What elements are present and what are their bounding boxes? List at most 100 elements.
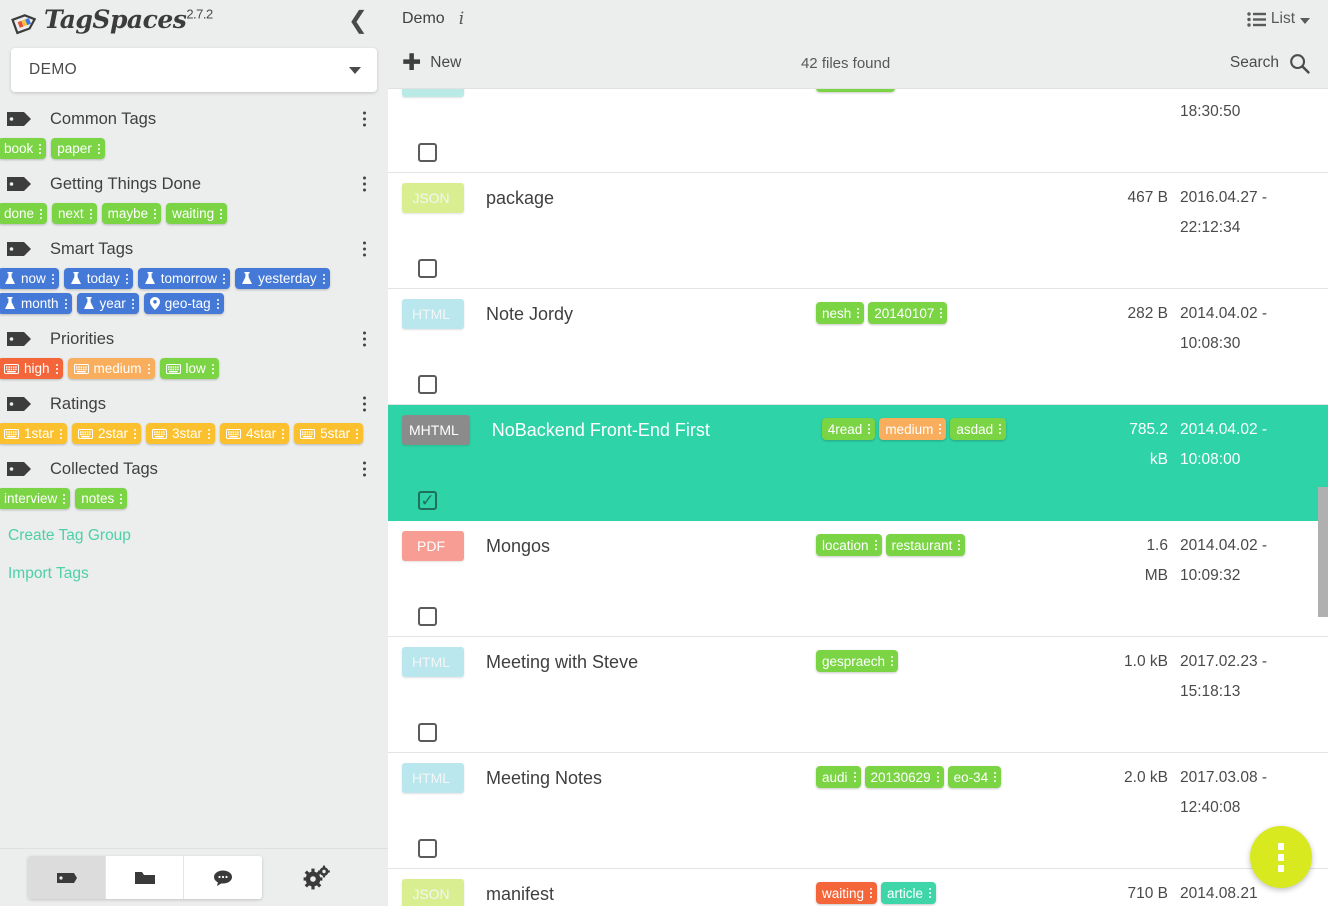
tag-menu-icon[interactable] <box>39 144 41 154</box>
table-row[interactable]: HTMLMeeting Notesaudi20130629eo-342.0 kB… <box>388 753 1328 869</box>
file-select-checkbox[interactable] <box>418 723 437 742</box>
tag-menu-icon[interactable] <box>154 209 156 219</box>
tag-menu-icon[interactable] <box>999 424 1001 434</box>
file-type-badge[interactable]: PDF <box>402 531 464 561</box>
file-tag-chip[interactable]: restaurant <box>886 534 966 556</box>
tag-group-header[interactable]: Ratings <box>0 387 388 421</box>
table-row[interactable]: JSONmanifestwaitingarticle710 B2014.08.2… <box>388 869 1328 906</box>
table-row[interactable]: HTMLMeeting with Stevegespraech1.0 kB201… <box>388 637 1328 753</box>
table-row[interactable]: MHTMLNoBackend Front-End First4readmediu… <box>388 405 1328 521</box>
tag-menu-icon[interactable] <box>958 540 960 550</box>
tag-chip[interactable]: 4star <box>220 423 289 444</box>
tag-chip[interactable]: medium <box>68 358 155 379</box>
tag-menu-icon[interactable] <box>870 888 872 898</box>
tag-menu-icon[interactable] <box>220 209 222 219</box>
file-tag-chip[interactable]: asdad <box>950 418 1006 440</box>
tag-menu-icon[interactable] <box>891 656 893 666</box>
tag-menu-icon[interactable] <box>126 274 128 284</box>
tag-menu-icon[interactable] <box>120 494 122 504</box>
tag-menu-icon[interactable] <box>63 494 65 504</box>
more-vertical-icon[interactable] <box>363 242 366 257</box>
tag-menu-icon[interactable] <box>208 429 210 439</box>
tag-menu-icon[interactable] <box>40 209 42 219</box>
floating-action-button[interactable] <box>1250 826 1312 888</box>
file-type-badge[interactable]: HTML <box>402 299 464 329</box>
table-row[interactable]: HTMLNote Jordynesh20140107282 B2014.04.0… <box>388 289 1328 405</box>
tag-menu-icon[interactable] <box>854 772 856 782</box>
tag-chip[interactable]: low <box>160 358 219 379</box>
file-tag-chip[interactable]: eo-34 <box>948 766 1002 788</box>
tag-chip[interactable]: paper <box>51 138 105 159</box>
file-select-checkbox[interactable] <box>418 375 437 394</box>
file-type-badge[interactable]: JSON <box>402 879 464 906</box>
location-select[interactable]: DEMO <box>11 48 377 92</box>
tag-chip[interactable]: interview <box>0 488 70 509</box>
tag-group-header[interactable]: Common Tags <box>0 102 388 136</box>
tag-menu-icon[interactable] <box>65 299 67 309</box>
file-select-checkbox[interactable] <box>418 607 437 626</box>
tag-chip[interactable]: 3star <box>146 423 215 444</box>
tag-group-header[interactable]: Getting Things Done <box>0 167 388 201</box>
tag-chip[interactable]: geo-tag <box>144 293 224 314</box>
tag-chip[interactable]: tomorrow <box>138 268 230 289</box>
tag-chip[interactable]: 2star <box>72 423 141 444</box>
tag-menu-icon[interactable] <box>937 772 939 782</box>
tag-chip[interactable]: year <box>77 293 139 314</box>
tag-chip[interactable]: month <box>0 293 72 314</box>
file-tag-chip[interactable]: audi <box>816 766 861 788</box>
file-tag-chip[interactable]: 20140107 <box>868 302 947 324</box>
tag-chip[interactable]: 1star <box>0 423 67 444</box>
list-scrollbar[interactable] <box>1318 187 1328 906</box>
tag-menu-icon[interactable] <box>132 299 134 309</box>
table-row[interactable]: MDREADME201403283.9 kB2015.11.03 -18:30:… <box>388 89 1328 173</box>
tag-chip[interactable]: 5star <box>294 423 363 444</box>
tag-menu-icon[interactable] <box>60 429 62 439</box>
tag-menu-icon[interactable] <box>223 274 225 284</box>
tag-menu-icon[interactable] <box>56 364 58 374</box>
more-vertical-icon[interactable] <box>363 397 366 412</box>
file-select-checkbox[interactable]: ✓ <box>418 491 437 510</box>
file-tag-chip[interactable]: 20140328 <box>816 89 895 92</box>
tag-menu-icon[interactable] <box>994 772 996 782</box>
tag-menu-icon[interactable] <box>875 540 877 550</box>
tag-menu-icon[interactable] <box>323 274 325 284</box>
file-tag-chip[interactable]: 20130629 <box>865 766 944 788</box>
tag-menu-icon[interactable] <box>929 888 931 898</box>
tag-library-button[interactable] <box>28 856 106 899</box>
tag-chip[interactable]: next <box>52 203 97 224</box>
table-row[interactable]: JSONpackage467 B2016.04.27 -22:12:34 <box>388 173 1328 289</box>
tag-chip[interactable]: maybe <box>102 203 162 224</box>
file-select-checkbox[interactable] <box>418 259 437 278</box>
file-list[interactable]: MDREADME201403283.9 kB2015.11.03 -18:30:… <box>388 89 1328 906</box>
more-vertical-icon[interactable] <box>363 112 366 127</box>
file-select-checkbox[interactable] <box>418 143 437 162</box>
tag-menu-icon[interactable] <box>940 308 942 318</box>
tag-library-scroll[interactable]: Common Tagsbookpaper Getting Things Doned… <box>0 92 388 848</box>
tag-group-header[interactable]: Smart Tags <box>0 232 388 266</box>
tag-menu-icon[interactable] <box>217 299 219 309</box>
tag-chip[interactable]: done <box>0 203 47 224</box>
tag-menu-icon[interactable] <box>90 209 92 219</box>
more-vertical-icon[interactable] <box>363 177 366 192</box>
file-manager-button[interactable] <box>106 856 184 899</box>
file-tag-chip[interactable]: nesh <box>816 302 864 324</box>
chevron-left-icon[interactable]: ❮ <box>348 8 368 32</box>
file-tag-chip[interactable]: article <box>881 882 936 904</box>
list-scrollbar-thumb[interactable] <box>1318 487 1328 617</box>
tag-chip[interactable]: today <box>64 268 133 289</box>
tag-chip[interactable]: book <box>0 138 46 159</box>
tag-menu-icon[interactable] <box>52 274 54 284</box>
file-type-badge[interactable]: MD <box>402 89 464 97</box>
more-vertical-icon[interactable] <box>363 462 366 477</box>
chat-button[interactable] <box>184 856 262 899</box>
view-mode-dropdown[interactable]: List <box>1247 10 1310 28</box>
settings-button[interactable] <box>298 859 336 897</box>
file-type-badge[interactable]: MHTML <box>402 415 470 445</box>
file-tag-chip[interactable]: location <box>816 534 882 556</box>
search-button[interactable]: Search <box>1230 53 1310 74</box>
tag-chip[interactable]: waiting <box>166 203 227 224</box>
tag-menu-icon[interactable] <box>857 308 859 318</box>
file-tag-chip[interactable]: 4read <box>822 418 876 440</box>
file-type-badge[interactable]: JSON <box>402 183 464 213</box>
tag-menu-icon[interactable] <box>98 144 100 154</box>
